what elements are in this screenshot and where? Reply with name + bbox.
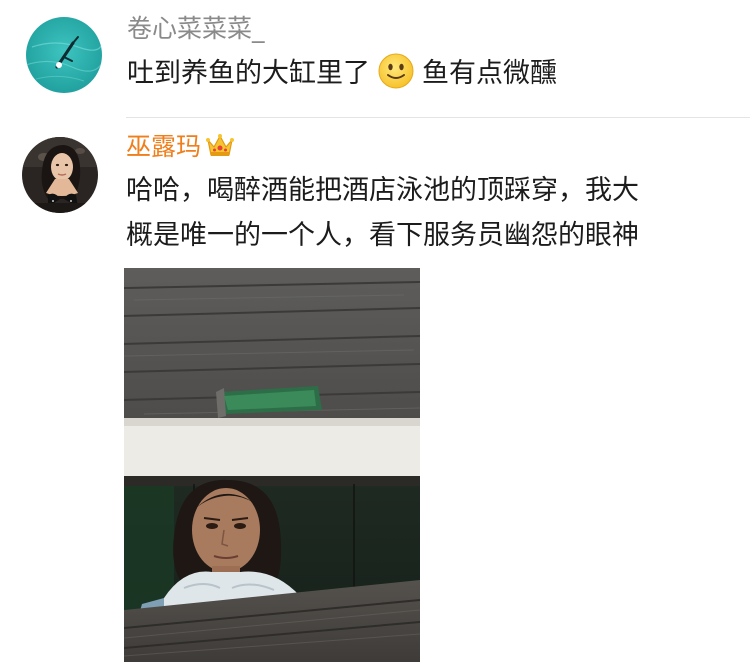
comment-attached-photo[interactable] xyxy=(124,268,420,662)
comment-text-line: 概是唯一的一个人，看下服务员幽怨的眼神 xyxy=(126,220,639,251)
slightly-smiling-face-icon xyxy=(378,53,414,89)
comment-divider xyxy=(126,117,750,118)
comment-text-part: 鱼有点微醺 xyxy=(422,58,557,89)
comment-text-line: 哈哈，喝醉酒能把酒店泳池的顶踩穿，我大 xyxy=(126,175,639,206)
commenter-username[interactable]: 巫露玛 xyxy=(126,130,235,162)
comment-text-part: 吐到养鱼的大缸里了 xyxy=(127,58,370,89)
crown-icon xyxy=(205,130,235,160)
comment-text: 吐到养鱼的大缸里了 鱼有点微醺 xyxy=(127,51,557,96)
commenter-avatar[interactable] xyxy=(26,17,102,93)
commenter-username[interactable]: 卷心菜菜菜_ xyxy=(127,14,265,44)
commenter-username-text: 巫露玛 xyxy=(126,132,202,161)
commenter-avatar[interactable] xyxy=(22,137,98,213)
